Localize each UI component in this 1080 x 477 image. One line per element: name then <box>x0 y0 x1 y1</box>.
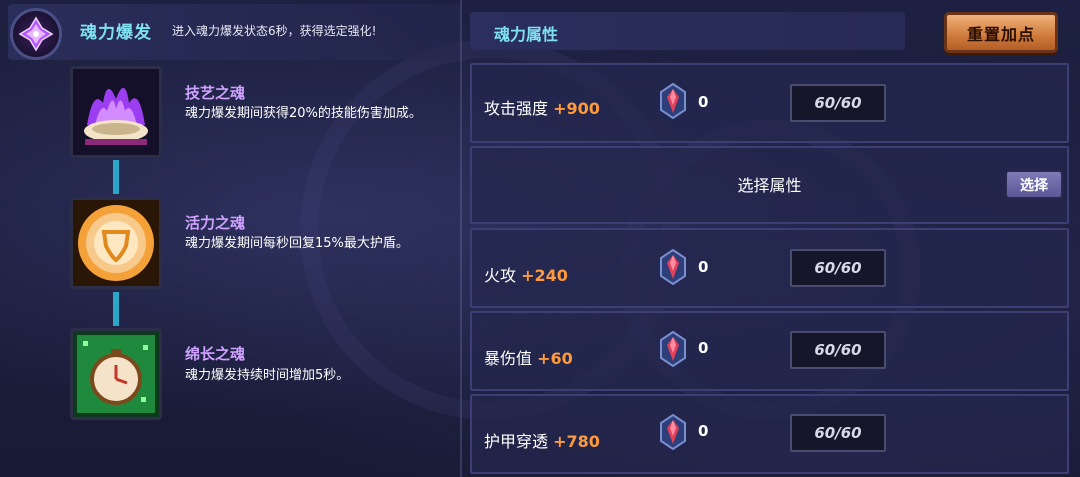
soul-gem-icon <box>660 83 686 119</box>
gem-count: 0 <box>698 422 709 440</box>
attribute-row: 护甲穿透 +780 0 60/60 <box>470 394 1069 474</box>
soul-connector <box>113 160 119 194</box>
soul-name: 技艺之魂 <box>185 84 246 102</box>
gem-count: 0 <box>698 258 709 276</box>
purple-flame-shell-icon <box>73 69 159 155</box>
panel-divider <box>460 0 462 477</box>
soul-description: 魂力爆发期间每秒回复15%最大护盾。 <box>185 236 409 251</box>
attribute-bonus: +780 <box>553 432 600 451</box>
soul-icon-skill[interactable] <box>70 66 162 158</box>
attribute-name: 火攻 <box>484 266 517 285</box>
gem-count: 0 <box>698 93 709 111</box>
attribute-level: 60/60 <box>790 84 886 122</box>
soul-icon-vitality[interactable] <box>70 197 162 289</box>
green-stopwatch-icon <box>73 331 159 417</box>
purple-crystal-icon <box>18 16 54 52</box>
attribute-name: 攻击强度 <box>484 99 549 118</box>
attribute-label: 护甲穿透 +780 <box>484 428 600 452</box>
attribute-level: 60/60 <box>790 331 886 369</box>
attribute-bonus: +900 <box>553 99 600 118</box>
attribute-label: 暴伤值 +60 <box>484 345 573 369</box>
gem-count: 0 <box>698 339 709 357</box>
soul-gem-icon <box>660 414 686 450</box>
soul-name: 活力之魂 <box>185 214 246 232</box>
soul-attributes-header: 魂力属性 <box>470 12 905 50</box>
soul-description: 魂力爆发持续时间增加5秒。 <box>185 368 350 383</box>
soul-gem-icon <box>660 331 686 367</box>
attribute-select-row: 选择属性 选择 <box>470 146 1069 224</box>
soul-name: 绵长之魂 <box>185 345 246 363</box>
attribute-bonus: +240 <box>521 266 568 285</box>
attribute-name: 暴伤值 <box>484 349 533 368</box>
attribute-label: 攻击强度 +900 <box>484 95 600 119</box>
attribute-level: 60/60 <box>790 414 886 452</box>
attribute-label: 火攻 +240 <box>484 262 568 286</box>
soul-burst-icon <box>10 8 62 60</box>
reset-points-button[interactable]: 重置加点 <box>944 12 1058 53</box>
attribute-row: 火攻 +240 0 60/60 <box>470 228 1069 308</box>
soul-burst-description: 进入魂力爆发状态6秒，获得选定强化! <box>172 24 377 38</box>
attribute-row: 暴伤值 +60 0 60/60 <box>470 311 1069 391</box>
golden-shield-medallion-icon <box>73 200 159 286</box>
soul-connector <box>113 292 119 326</box>
soul-burst-title: 魂力爆发 <box>80 23 152 43</box>
attribute-level: 60/60 <box>790 249 886 287</box>
select-attribute-button[interactable]: 选择 <box>1005 170 1063 199</box>
attribute-row: 攻击强度 +900 0 60/60 <box>470 63 1069 143</box>
select-attribute-label: 选择属性 <box>737 176 802 195</box>
soul-description: 魂力爆发期间获得20%的技能伤害加成。 <box>185 106 422 121</box>
soul-icon-endurance[interactable] <box>70 328 162 420</box>
soul-gem-icon <box>660 249 686 285</box>
attribute-name: 护甲穿透 <box>484 432 549 451</box>
soul-attributes-title: 魂力属性 <box>494 25 559 44</box>
attribute-bonus: +60 <box>537 349 573 368</box>
